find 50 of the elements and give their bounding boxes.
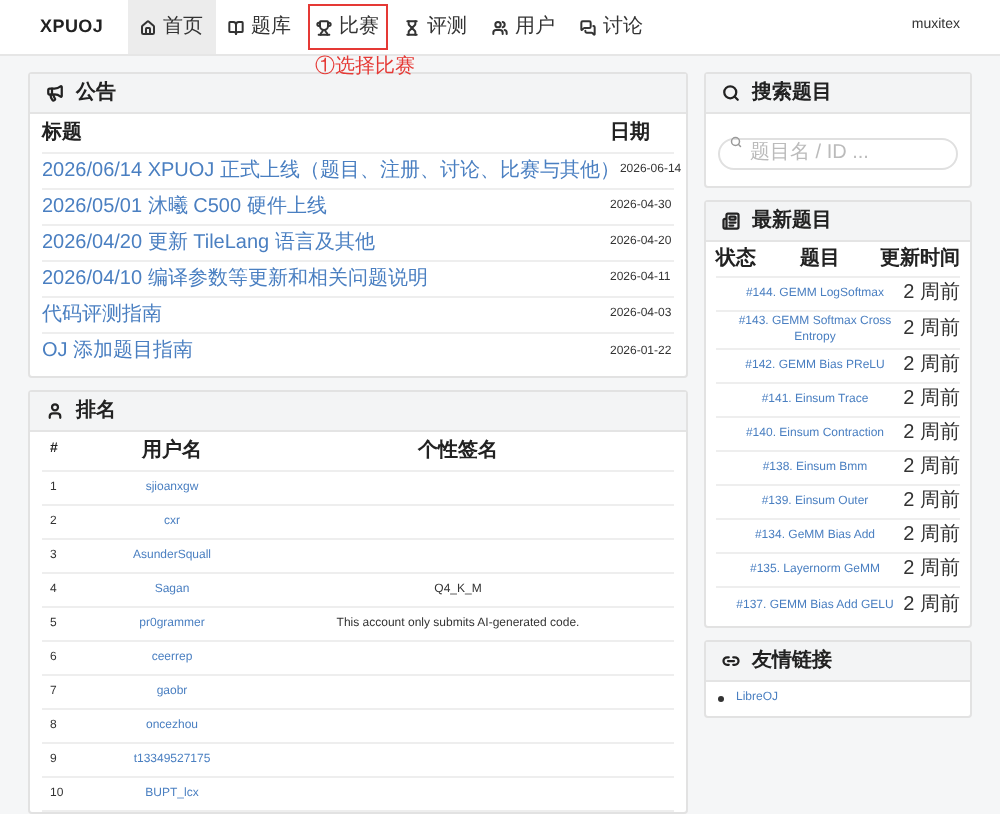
announcement-link[interactable]: 代码评测指南	[42, 305, 610, 325]
panel-title: 最新题目	[752, 211, 832, 231]
announcement-link[interactable]: OJ 添加题目指南	[42, 342, 610, 362]
time-cell-text: 2 周前	[901, 458, 960, 478]
announcement-link[interactable]: 2026/04/20 更新 TileLang 语言及其他	[42, 233, 610, 253]
user-icon	[46, 402, 64, 420]
time-cell-text: 2 周前	[901, 526, 960, 546]
time-cell-text: 2 周前	[901, 492, 960, 512]
megaphone-icon	[46, 84, 64, 102]
bullet-icon	[718, 696, 724, 702]
panel-title: 友情链接	[752, 651, 832, 671]
time-cell-text: 2 周前	[901, 320, 960, 340]
nav-tab[interactable]: 讨论	[567, 0, 656, 54]
time-cell-text: 2 周前	[901, 390, 960, 410]
panel-title: 公告	[76, 83, 116, 103]
column-header: 更新时间	[880, 244, 960, 274]
column-header: 状态	[716, 245, 758, 274]
nav-icon	[227, 19, 244, 35]
time-cell-text: 2 周前	[901, 356, 960, 376]
panel-title: 搜索题目	[752, 83, 832, 103]
nav-tab[interactable]: 用户	[479, 0, 568, 54]
nav-icon	[139, 19, 156, 35]
search-icon	[722, 84, 740, 102]
nav-tab[interactable]: 比赛	[303, 0, 392, 54]
column-header: 标题	[42, 119, 84, 148]
nav-tab[interactable]: 评测	[391, 0, 480, 54]
column-header: 日期	[610, 119, 652, 148]
search-icon	[730, 136, 742, 148]
announcement-link[interactable]: 2026/05/01 沐曦 C500 硬件上线	[42, 197, 610, 217]
time-cell-text: 2 周前	[901, 560, 960, 580]
annotation-label: ①选择比赛	[315, 58, 416, 78]
time-cell-text: 2 周前	[901, 595, 960, 615]
newspaper-icon	[722, 212, 740, 230]
brand-logo[interactable]: XPUOJ	[40, 13, 104, 41]
time-cell-text: 2 周前	[901, 284, 960, 304]
announcement-link[interactable]: 2026/04/10 编译参数等更新和相关问题说明	[42, 269, 610, 289]
time-cell-text: 2 周前	[901, 424, 960, 444]
nav-tab[interactable]: 首页	[127, 0, 216, 54]
nav-icon	[315, 19, 332, 35]
column-header: 题目	[798, 245, 842, 274]
announcement-link[interactable]: 2026/06/14 XPUOJ 正式上线（题目、注册、讨论、比赛与其他）	[42, 161, 620, 181]
search-field[interactable]: 题目名 / ID ...	[718, 137, 958, 169]
nav-icon	[403, 19, 420, 35]
nav-tab[interactable]: 题库	[215, 0, 304, 54]
column-header: 用户名	[140, 436, 204, 466]
nav-icon	[491, 19, 508, 35]
link-icon	[722, 652, 740, 670]
panel-title: 排名	[76, 401, 116, 421]
column-header: 个性签名	[416, 437, 500, 466]
nav-icon	[579, 19, 596, 35]
